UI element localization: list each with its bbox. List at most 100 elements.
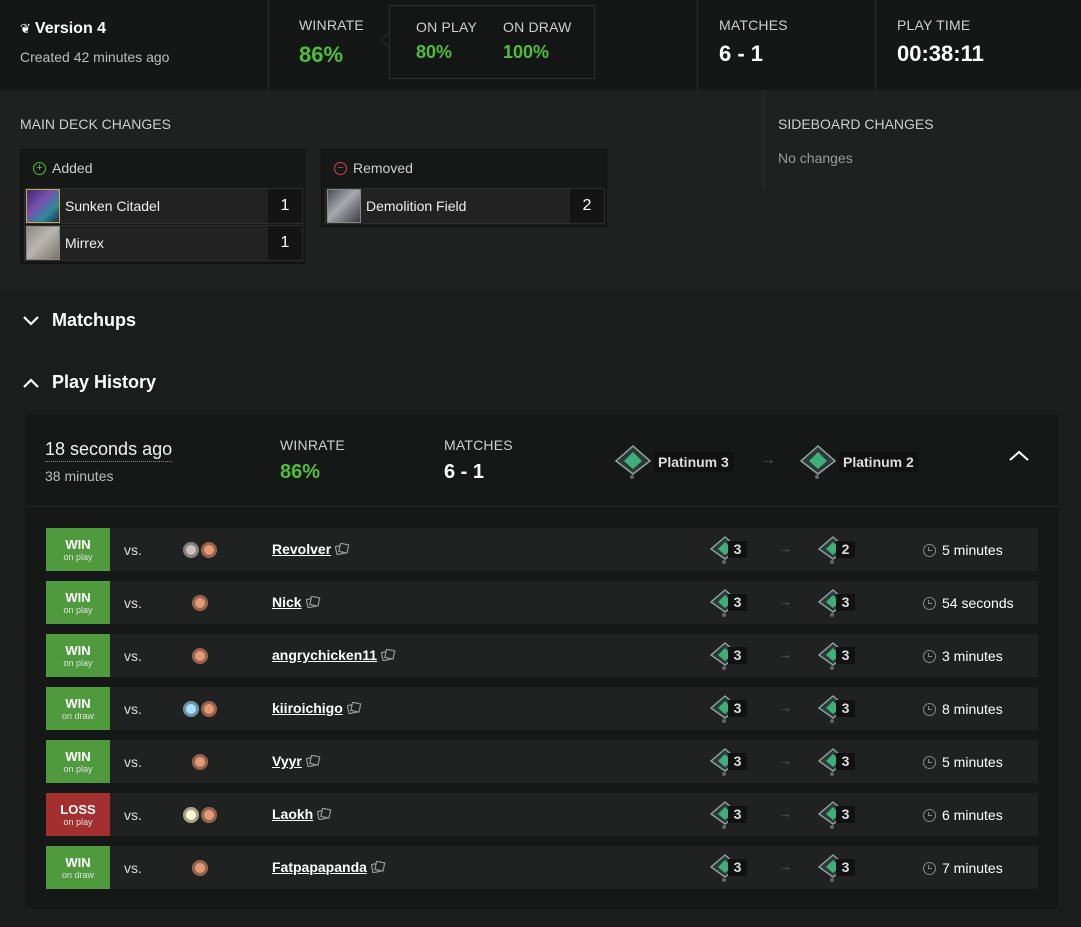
added-cards-box: + Added Sunken Citadel 1 Mirrex 1 [20,149,305,264]
rank-before: 3 [708,800,747,835]
result-sub: on play [63,551,93,562]
divider [697,0,698,90]
opponent-name: Vyyr [272,753,302,769]
card-name: Mirrex [65,235,104,251]
opponent-name: Fatpapapanda [272,859,367,875]
card-row[interactable]: Mirrex 1 [24,225,303,261]
match-duration: 5 minutes [923,754,1003,770]
result-badge: WIN on draw [46,687,110,730]
result-text: WIN [65,589,91,605]
card-count: 2 [570,189,604,223]
opponent-colors [192,754,208,770]
rank-from: Platinum 3 [612,444,733,480]
opponent-name: kiiroichigo [272,700,343,716]
rank-before-tier: 3 [728,700,747,717]
result-badge: WIN on draw [46,846,110,889]
card-row[interactable]: Demolition Field 2 [325,188,605,224]
arrow-right-icon: → [778,593,792,609]
opponent-link[interactable]: Revolver [272,541,350,557]
rank-before-tier: 3 [728,753,747,770]
arrow-right-icon: → [778,540,792,556]
plus-circle-icon: + [33,161,46,175]
play-history-title: Play History [52,372,157,392]
match-row[interactable]: WIN on play vs. Vyyr 3 → 3 5 minutes [46,740,1038,783]
rank-before-tier: 3 [728,647,747,664]
clock-icon [923,702,936,716]
opponent-link[interactable]: Laokh [272,806,332,822]
rank-before-tier: 3 [728,806,747,823]
rank-before: 3 [708,535,747,570]
divider [763,90,764,190]
chevron-up-icon [23,377,39,388]
deck-icon [335,543,350,555]
deck-icon [305,755,321,767]
opponent-name: Laokh [272,806,314,822]
deck-icon [317,808,332,820]
matchups-toggle[interactable]: Matchups [22,310,136,331]
match-row[interactable]: WIN on play vs. angrychicken11 3 → 3 3 minutes [46,634,1038,677]
clock-icon [923,808,936,822]
match-row[interactable]: WIN on play vs. Revolver 3 → 2 5 minutes [46,528,1038,571]
arrow-right-icon: → [778,699,792,715]
vs-label: vs. [124,542,142,558]
arrow-right-icon: → [760,451,776,468]
session-winrate-label: WINRATE [280,437,345,453]
opponent-link[interactable]: Nick [272,594,321,610]
deck-icon [346,702,362,714]
removed-cards-box: − Removed Demolition Field 2 [321,149,607,227]
rank-after: 3 [816,853,855,888]
on-play-value: 80% [416,42,453,62]
rank-before: 3 [708,747,747,782]
opponent-link[interactable]: kiiroichigo [272,700,362,716]
opponent-link[interactable]: Vyyr [272,753,321,769]
collapse-session-button[interactable] [1008,449,1030,468]
clock-icon [923,755,936,769]
winrate-value: 86% [299,42,344,67]
clock-icon [923,543,936,557]
red-mana-icon [201,701,217,717]
result-text: LOSS [60,801,96,817]
matchups-title: Matchups [52,310,137,330]
rank-after-tier: 3 [836,700,855,717]
result-sub: on draw [61,710,95,721]
playtime-label: PLAY TIME [897,17,971,33]
result-sub: on play [63,763,93,774]
match-row[interactable]: LOSS on play vs. Laokh 3 → 3 6 minutes [46,793,1038,836]
white-mana-icon [183,807,199,823]
session-winrate-value: 86% [280,461,321,483]
opponent-name: Nick [272,594,302,610]
divider [25,506,1058,507]
vs-label: vs. [124,807,142,823]
matches-value: 6 - 1 [719,41,764,66]
opponent-link[interactable]: angrychicken11 [272,647,396,663]
version-created: Created 42 minutes ago [20,49,170,65]
added-header: + Added [33,160,92,176]
red-mana-icon [192,595,208,611]
match-row[interactable]: WIN on draw vs. Fatpapapanda 3 → 3 7 minutes [46,846,1038,889]
clock-icon [923,861,936,875]
rank-before: 3 [708,641,747,676]
version-title: ❦ Version 4 [20,20,106,38]
result-text: WIN [65,642,91,658]
card-row[interactable]: Sunken Citadel 1 [24,188,303,224]
session-time: 18 seconds ago [45,439,173,462]
chevron-down-icon [23,315,39,326]
match-row[interactable]: WIN on play vs. Nick 3 → 3 54 seconds [46,581,1038,624]
card-thumbnail [327,189,361,223]
rank-before: 3 [708,588,747,623]
red-mana-icon [192,754,208,770]
rank-before-tier: 3 [728,594,747,611]
play-history-toggle[interactable]: Play History [22,372,156,393]
rank-after-tier: 3 [836,753,855,770]
sideboard-changes-title: SIDEBOARD CHANGES [778,116,934,132]
opponent-name: angrychicken11 [272,647,378,663]
match-row[interactable]: WIN on draw vs. kiiroichigo 3 → 3 8 minutes [46,687,1038,730]
clock-icon [923,649,936,663]
opponent-colors [192,860,208,876]
rank-after: 3 [816,588,855,623]
removed-header: − Removed [334,160,413,176]
rank-after: 3 [816,747,855,782]
opponent-link[interactable]: Fatpapapanda [272,859,386,875]
deck-icon [370,861,386,873]
winrate-label: WINRATE [299,17,364,33]
